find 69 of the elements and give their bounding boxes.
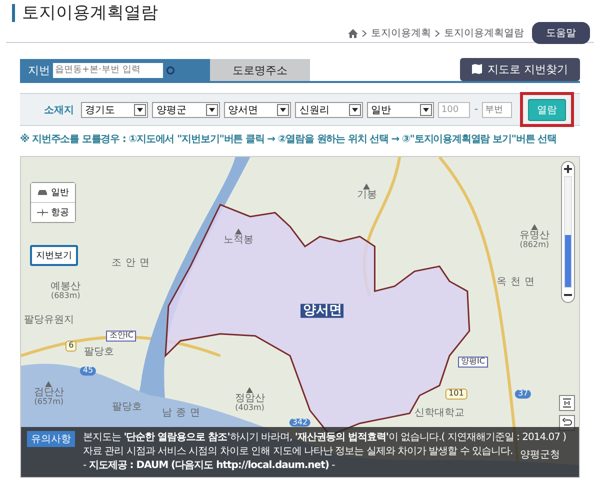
notice-text: - 지도제공 : DAUM (다음지도 http://local.daum.net) - [83,459,335,472]
caret-icon [208,108,215,112]
search-tab[interactable]: 도로명주소 [210,59,310,81]
plus-icon [564,165,572,173]
help-button[interactable]: 도움말 [532,22,590,44]
mountain-icon [363,184,370,190]
airplane-icon [37,208,48,217]
mountain-icon [530,224,538,230]
search-tab[interactable]: 지번 읍면동+본·부번 입력 [20,59,210,81]
place-label: 팔당호 [112,401,142,412]
district-label: 양서면 [300,303,344,318]
map-search-button[interactable]: 지도로 지번찾기 [460,58,580,80]
mountain-icon [45,380,52,387]
elevation-label: (683m) [50,292,80,302]
chevron-icon [435,30,440,36]
page-title: 토지이용계획열람 [12,4,158,22]
location-label: 소재지 [44,104,74,116]
place-label: 검단산 [34,386,64,398]
interchange-label: 조안IC [106,330,136,342]
zoom-slider[interactable] [564,176,572,288]
ruler-button[interactable] [559,395,575,411]
parcel-view-button[interactable]: 지번보기 [30,245,78,266]
breadcrumb-link[interactable]: 토지이용계획 [371,26,431,40]
dash-separator: - [474,104,478,115]
ruler-icon [562,398,572,408]
area-label: 조안면 [112,257,154,268]
place-label: 신학대학교 [414,408,464,418]
elevation-label: (862m) [520,241,550,250]
place-label: 유명산 [519,230,550,242]
help-hint: ※ 지번주소를 모를경우 : ①지도에서 "지번보기"버튼 클릭 → ②열람을 원하는 위치 선택 → ③"토지이용계획열람 보기"버튼 선택 [20,132,558,146]
place-label: 기봉 [356,190,377,201]
region-dropdown[interactable]: 일반 [366,102,434,118]
place-label: 팔당호 [84,346,114,358]
notice-text: 본지도는 '단순한 열람용으로 참조'하시기 바라며, '재산권등의 법적효력'이 없습니다.( 지연재해기준일 : 2014.07 ) [83,431,566,444]
minus-icon [564,291,572,299]
tab-label[interactable]: 도로명주소 [232,62,288,78]
breadcrumb-link[interactable]: 토지이용계획열람 [444,26,524,40]
notice-text: 자료 관리 시점과 서비스 시점의 차이로 인해 지도에 나타난 정보는 실제와 차이가 발생할 수 있습니다. [83,445,513,458]
mountain-icon [235,228,242,234]
caret-icon [280,108,286,112]
map-icon [472,64,482,74]
caret-icon [137,108,144,112]
caret-icon [423,108,430,112]
region-dropdown[interactable]: 양평군 [152,102,220,118]
home-icon[interactable] [348,28,358,38]
caret-icon [352,108,358,112]
region-dropdown[interactable]: 양서면 [224,102,292,118]
road-number-sign: 6 [66,340,77,352]
place-label: 정암산 [234,393,265,404]
elevation-label: (403m) [235,404,264,414]
sub-number-input[interactable]: 부번 [482,102,512,118]
lot-number-input[interactable]: 읍면동+본·부번 입력 [53,62,163,78]
place-label: 예봉산 [50,282,81,292]
elevation-label: (657m) [34,398,64,407]
chevron-icon [362,30,367,36]
road-number-sign: 101 [446,388,467,400]
mountain-icon [246,387,254,394]
area-label: 옥천면 [496,276,539,288]
notice-badge: 유의사항 [27,431,75,447]
place-label: 팔당유원지 [24,314,74,326]
car-icon [37,189,48,196]
area-label: 남종면 [162,408,204,418]
region-dropdown[interactable]: 경기도 [81,102,148,118]
place-label: 노적봉 [224,234,254,246]
place-label: 양평군청 [520,449,560,460]
zoom-in-button[interactable] [562,162,574,176]
tab-label[interactable]: 지번 [28,62,50,78]
region-dropdown[interactable]: 신원리 [295,102,363,118]
map-type-button[interactable]: 일반 [31,183,75,203]
